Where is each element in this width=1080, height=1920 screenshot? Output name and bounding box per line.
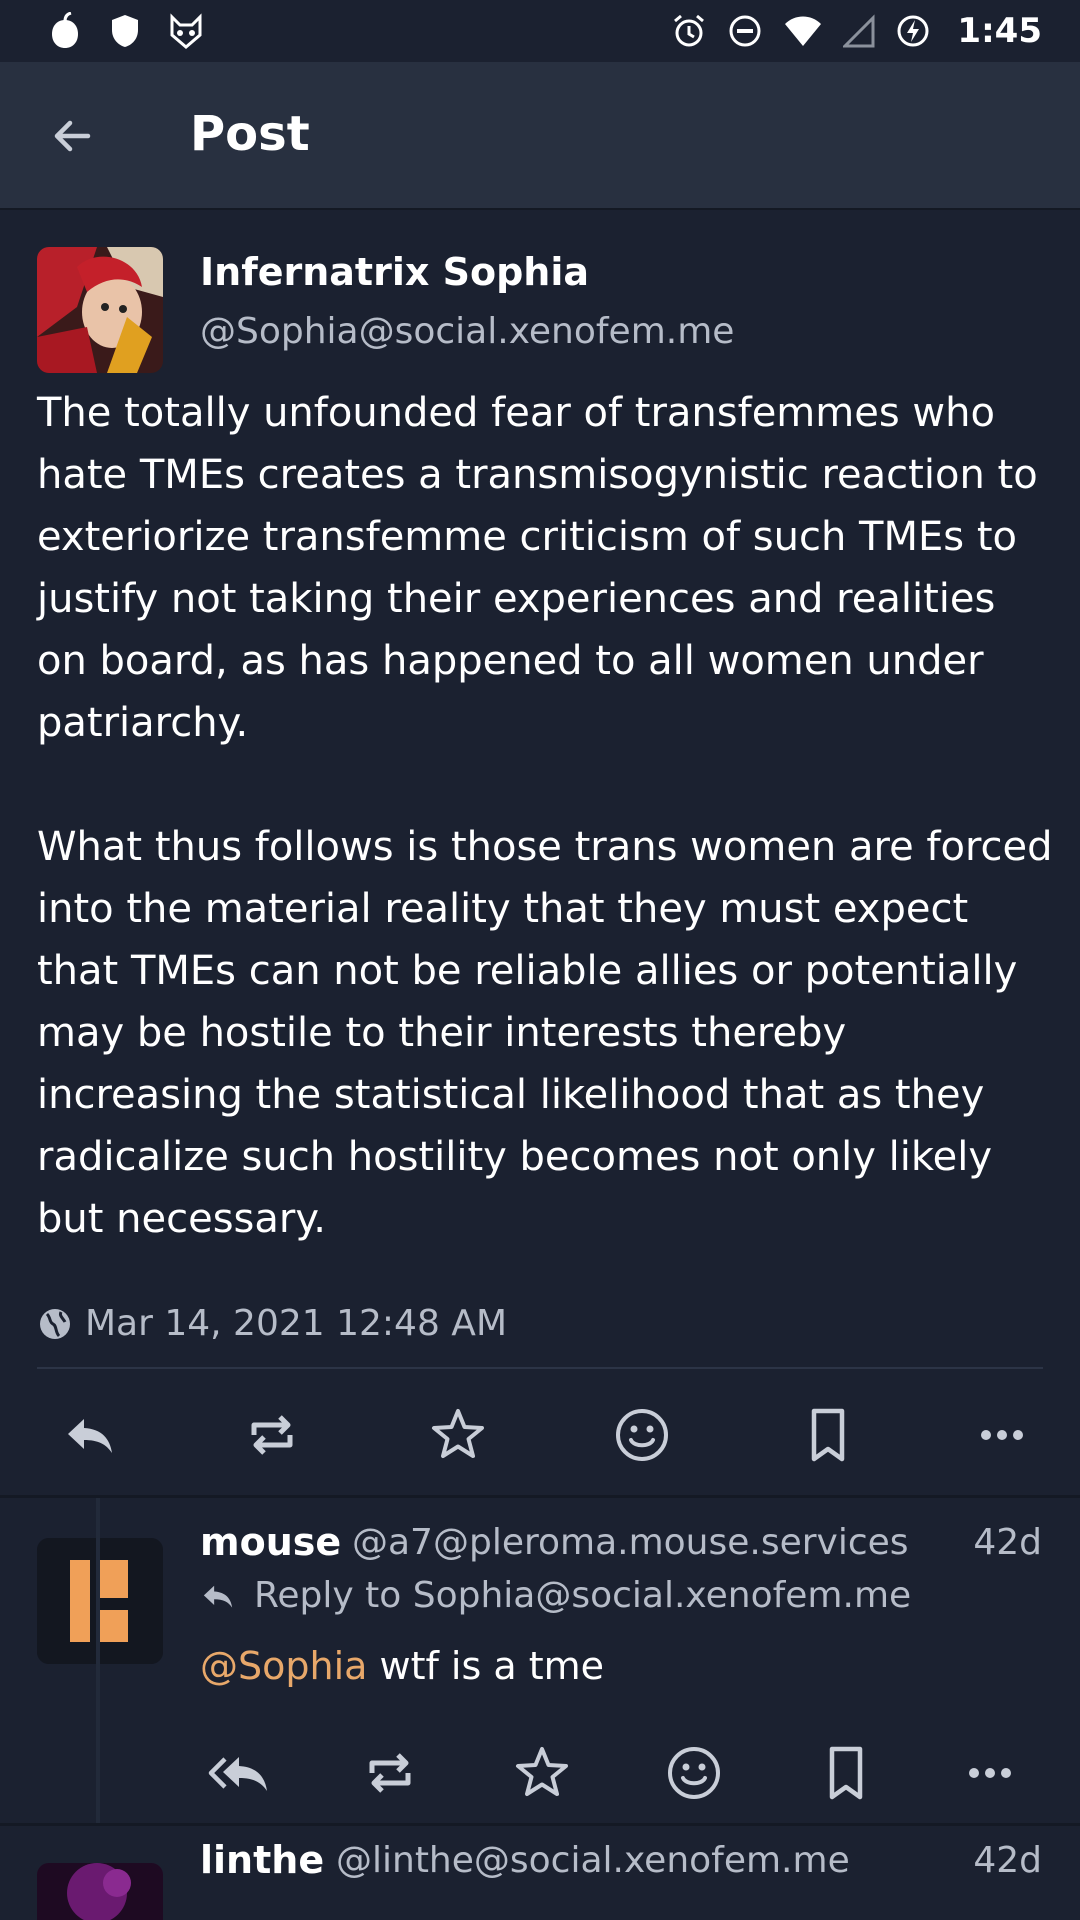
globe-icon <box>40 1308 70 1339</box>
react-button[interactable] <box>602 1395 682 1475</box>
more-horizontal-icon <box>969 1768 1011 1778</box>
signal-icon <box>843 14 875 48</box>
favourite-button[interactable] <box>418 1395 498 1475</box>
post-timestamp[interactable]: Mar 14, 2021 12:48 AM <box>85 1303 507 1344</box>
reply-content: @Sophia wtf is a tme <box>200 1644 604 1688</box>
reply-icon <box>68 1419 112 1453</box>
avatar-image <box>37 1538 163 1664</box>
bookmark-button[interactable] <box>788 1395 868 1475</box>
reply-button[interactable] <box>50 1395 130 1475</box>
shield-icon <box>112 15 138 47</box>
more-button[interactable] <box>950 1733 1030 1813</box>
reply-avatar[interactable] <box>37 1863 163 1920</box>
reply-all-button[interactable] <box>200 1733 280 1813</box>
reply-avatar[interactable] <box>37 1538 163 1664</box>
reply-to-indicator[interactable]: Reply to Sophia@social.xenofem.me <box>200 1575 911 1616</box>
divider <box>37 1367 1043 1369</box>
battery-charging-icon <box>897 15 929 47</box>
alarm-icon <box>674 14 705 47</box>
dnd-icon <box>729 15 761 47</box>
boost-button[interactable] <box>232 1395 312 1475</box>
wifi-icon <box>785 16 822 46</box>
reply-time: 42d <box>973 1522 1042 1563</box>
star-icon <box>516 1747 568 1796</box>
reply-actions <box>0 1728 1080 1818</box>
reply-time: 42d <box>973 1840 1042 1881</box>
reply-to-text: Reply to Sophia@social.xenofem.me <box>254 1575 912 1616</box>
back-button[interactable] <box>36 100 108 172</box>
avatar-image <box>37 1863 163 1920</box>
repeat-icon <box>369 1753 411 1793</box>
more-horizontal-icon <box>981 1430 1023 1440</box>
bookmark-icon <box>811 1408 845 1462</box>
emoji-icon <box>668 1747 720 1799</box>
react-button[interactable] <box>654 1733 734 1813</box>
star-icon <box>432 1409 484 1458</box>
status-time: 1:45 <box>957 11 1042 51</box>
reply-all-icon <box>208 1757 267 1791</box>
status-bar-right: 1:45 <box>671 8 1042 54</box>
reply-post[interactable]: mouse @a7@pleroma.mouse.services 42d Rep… <box>0 1498 1080 1823</box>
thread-line <box>96 1498 100 1823</box>
reply-author-handle[interactable]: @linthe@social.xenofem.me <box>336 1840 850 1881</box>
post-content: The totally unfounded fear of transfemme… <box>37 390 1053 1242</box>
author-avatar[interactable] <box>37 247 163 373</box>
emoji-icon <box>616 1409 668 1461</box>
bookmark-button[interactable] <box>806 1733 886 1813</box>
mention-link[interactable]: @Sophia <box>200 1644 367 1688</box>
boost-button[interactable] <box>350 1733 430 1813</box>
main-post[interactable]: Infernatrix Sophia @Sophia@social.xenofe… <box>0 210 1080 1495</box>
author-name[interactable]: Infernatrix Sophia <box>200 250 589 294</box>
reply-author-handle[interactable]: @a7@pleroma.mouse.services <box>352 1522 909 1563</box>
arrow-left-icon <box>54 120 91 152</box>
status-bar: 1:45 <box>0 0 1080 62</box>
reply-author-name[interactable]: mouse <box>200 1520 341 1564</box>
reply-icon <box>203 1585 233 1608</box>
author-handle[interactable]: @Sophia@social.xenofem.me <box>200 311 734 352</box>
app-bar: Post <box>0 62 1080 210</box>
fox-mask-icon <box>170 13 202 49</box>
bookmark-icon <box>829 1746 863 1800</box>
post-meta: Mar 14, 2021 12:48 AM <box>37 1303 507 1344</box>
more-button[interactable] <box>962 1395 1042 1475</box>
reply-text: wtf is a tme <box>367 1644 605 1688</box>
avatar-image <box>37 247 163 373</box>
page-title: Post <box>190 106 310 162</box>
reply-post[interactable]: linthe @linthe@social.xenofem.me 42d <box>0 1826 1080 1920</box>
apple-like-icon <box>52 12 78 48</box>
reply-author-name[interactable]: linthe <box>200 1838 324 1882</box>
post-actions <box>0 1385 1080 1485</box>
status-bar-left <box>48 10 204 52</box>
favourite-button[interactable] <box>502 1733 582 1813</box>
repeat-icon <box>251 1415 293 1455</box>
